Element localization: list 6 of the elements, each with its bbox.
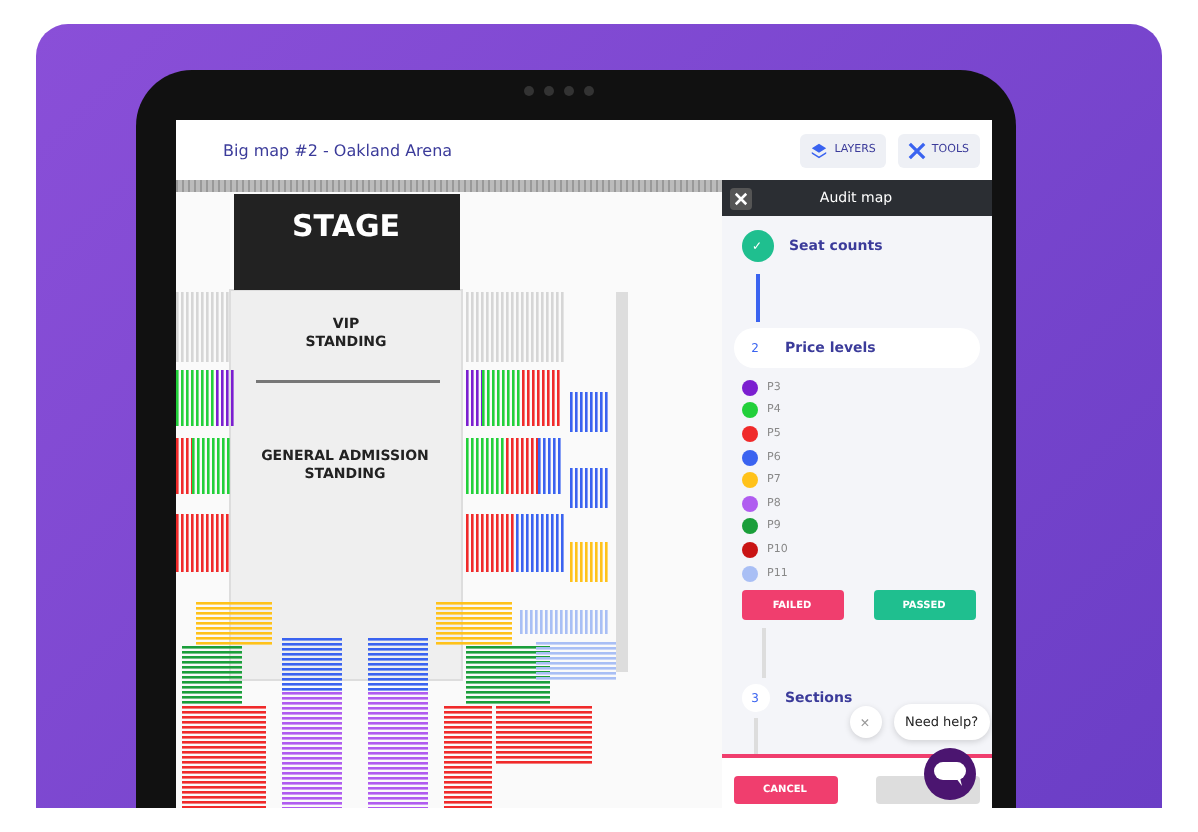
close-button[interactable] [729,187,751,209]
chat-icon [933,762,965,786]
crossed-tools-icon [907,141,926,159]
stage-label: STAGE [289,206,403,246]
layers-icon [810,141,829,159]
map-title: Big map #2 - Oakland Arena [223,141,453,159]
